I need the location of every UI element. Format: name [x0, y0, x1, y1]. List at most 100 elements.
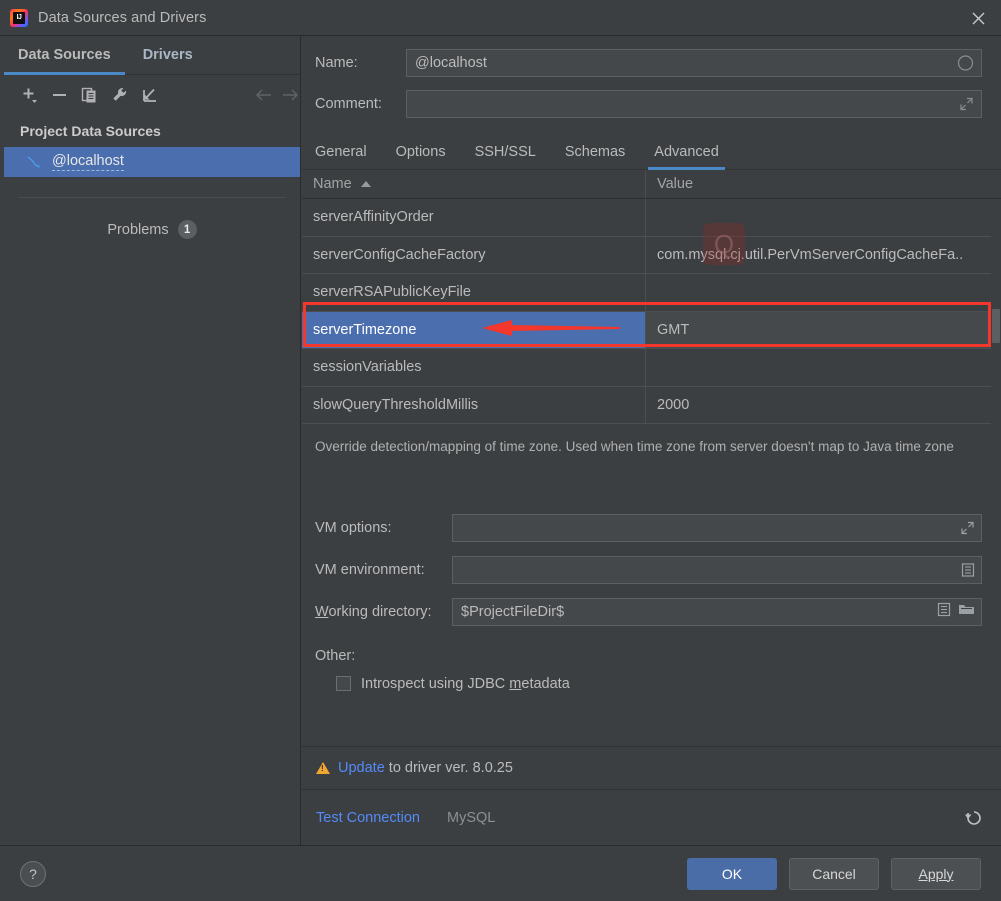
vm-options-input[interactable] — [452, 513, 982, 542]
problems-label: Problems — [107, 221, 169, 238]
window-title: Data Sources and Drivers — [38, 9, 207, 26]
column-header-value-label: Value — [657, 176, 694, 192]
table-cell-name: serverRSAPublicKeyFile — [302, 274, 646, 311]
working-directory-label: Working directory: — [302, 604, 452, 620]
tab-ssh-ssl[interactable]: SSH/SSL — [475, 135, 536, 169]
left-tab-bar: Data Sources Drivers — [4, 36, 300, 75]
ok-button[interactable]: OK — [687, 857, 777, 890]
column-header-value[interactable]: Value — [646, 170, 1001, 198]
search-watermark-icon: Q — [703, 223, 745, 265]
help-icon[interactable]: ? — [20, 860, 46, 887]
tab-general-label: General — [315, 144, 367, 160]
expand-icon[interactable] — [960, 520, 975, 535]
table-cell-name: serverConfigCacheFactory — [302, 236, 646, 273]
arrow-right-icon[interactable] — [277, 81, 303, 109]
tab-schemas[interactable]: Schemas — [565, 135, 625, 169]
advanced-properties-table: Name Value serverAffinityOrder serverCon… — [302, 170, 1001, 425]
tab-advanced-label: Advanced — [654, 144, 719, 160]
comment-input[interactable] — [406, 90, 982, 118]
list-icon[interactable] — [961, 562, 975, 577]
wrench-icon[interactable] — [105, 81, 135, 109]
sort-ascending-icon — [360, 181, 371, 187]
working-directory-input[interactable]: $ProjectFileDir$ — [452, 597, 982, 626]
problems-row[interactable]: Problems 1 — [4, 220, 300, 239]
sidebar-divider — [18, 197, 286, 198]
problems-count-badge: 1 — [177, 220, 197, 239]
tab-data-sources[interactable]: Data Sources — [4, 36, 125, 75]
comment-field-label: Comment: — [315, 96, 382, 112]
table-cell-value — [646, 349, 1001, 386]
tab-options[interactable]: Options — [396, 135, 446, 169]
apply-button[interactable]: Apply — [891, 857, 981, 890]
working-directory-value: $ProjectFileDir$ — [461, 603, 565, 620]
table-row[interactable]: sessionVariables — [302, 349, 1001, 387]
table-cell-value: com.mysql.cj.util.PerVmServerConfigCache… — [657, 246, 964, 263]
table-row[interactable]: slowQueryThresholdMillis 2000 — [302, 386, 1001, 424]
table-row[interactable]: serverAffinityOrder — [302, 199, 1001, 237]
ok-button-label: OK — [721, 865, 743, 882]
table-scrollbar[interactable] — [991, 199, 1001, 425]
plus-icon[interactable] — [15, 81, 45, 109]
tab-general[interactable]: General — [315, 135, 367, 169]
driver-name-label: MySQL — [446, 809, 496, 826]
sidebar-item-localhost[interactable]: @localhost — [4, 147, 300, 177]
close-icon[interactable] — [955, 0, 1001, 36]
left-pane: Data Sources Drivers Project Data Source… — [4, 36, 301, 845]
connection-bar: Test Connection MySQL — [302, 789, 1001, 845]
table-row[interactable]: serverRSAPublicKeyFile — [302, 274, 1001, 312]
tab-drivers[interactable]: Drivers — [143, 36, 193, 75]
driver-update-text: Update to driver ver. 8.0.25 — [338, 760, 513, 776]
cancel-button[interactable]: Cancel — [789, 857, 879, 890]
cancel-button-label: Cancel — [812, 865, 856, 882]
column-header-name[interactable]: Name — [302, 170, 646, 198]
annotation-arrow-icon — [482, 317, 622, 344]
right-pane: Name: @localhost Comment: General Option… — [302, 36, 1001, 845]
import-arrow-icon[interactable] — [135, 81, 165, 109]
revert-icon[interactable] — [963, 808, 983, 828]
table-row-selected[interactable]: serverTimezone GMT — [302, 311, 1001, 349]
name-field-label: Name: — [315, 55, 358, 71]
table-cell-value: 2000 — [657, 396, 690, 413]
detail-tab-bar: General Options SSH/SSL Schemas Advanced — [302, 134, 1001, 170]
test-connection-link[interactable]: Test Connection — [316, 810, 420, 826]
table-cell-value: GMT — [646, 311, 1001, 348]
property-description: Override detection/mapping of time zone.… — [315, 439, 954, 454]
tab-advanced[interactable]: Advanced — [648, 135, 725, 170]
introspect-jdbc-checkbox-row[interactable]: Introspect using JDBC metadata — [302, 664, 1001, 692]
warning-triangle-icon — [316, 762, 330, 774]
working-directory-icons — [937, 602, 975, 622]
arrow-left-icon[interactable] — [251, 81, 277, 109]
driver-update-link[interactable]: Update — [338, 760, 385, 776]
folder-icon[interactable] — [958, 602, 975, 621]
driver-update-bar: Update to driver ver. 8.0.25 — [302, 746, 1001, 789]
table-cell-name: slowQueryThresholdMillis — [302, 386, 646, 423]
column-header-name-label: Name — [313, 176, 352, 192]
name-input[interactable]: @localhost — [406, 49, 982, 77]
introspect-label-after: etadata — [521, 675, 570, 692]
tab-options-label: Options — [395, 144, 446, 160]
vm-options-label: VM options: — [315, 519, 392, 536]
color-circle-icon[interactable] — [957, 55, 974, 72]
list-icon[interactable] — [937, 602, 951, 622]
table-scrollbar-thumb[interactable] — [992, 309, 1000, 343]
table-cell-name: serverAffinityOrder — [302, 199, 646, 236]
introspect-jdbc-label: Introspect using JDBC metadata — [361, 676, 570, 692]
project-data-sources-header: Project Data Sources — [20, 123, 161, 139]
help-label: ? — [29, 865, 37, 882]
dialog-buttons: OK Cancel Apply — [687, 857, 1001, 890]
nav-buttons — [251, 81, 303, 109]
mysql-dolphin-icon — [26, 154, 42, 170]
table-row[interactable]: serverConfigCacheFactory com.mysql.cj.ut… — [302, 236, 1001, 274]
introspect-jdbc-checkbox[interactable] — [336, 676, 351, 692]
vm-environment-input[interactable] — [452, 555, 982, 584]
sidebar-item-label: @localhost — [52, 153, 124, 171]
minus-icon[interactable] — [45, 81, 75, 109]
expand-icon[interactable] — [959, 97, 974, 112]
table-cell-value — [646, 199, 1001, 236]
data-sources-dialog: IJ Data Sources and Drivers Data Sources… — [0, 0, 1001, 901]
tab-ssh-ssl-label: SSH/SSL — [474, 144, 536, 160]
vm-environment-label: VM environment: — [315, 561, 425, 578]
copy-icon[interactable] — [75, 81, 105, 109]
other-section-label: Other: — [315, 647, 356, 664]
name-input-value: @localhost — [415, 55, 487, 71]
